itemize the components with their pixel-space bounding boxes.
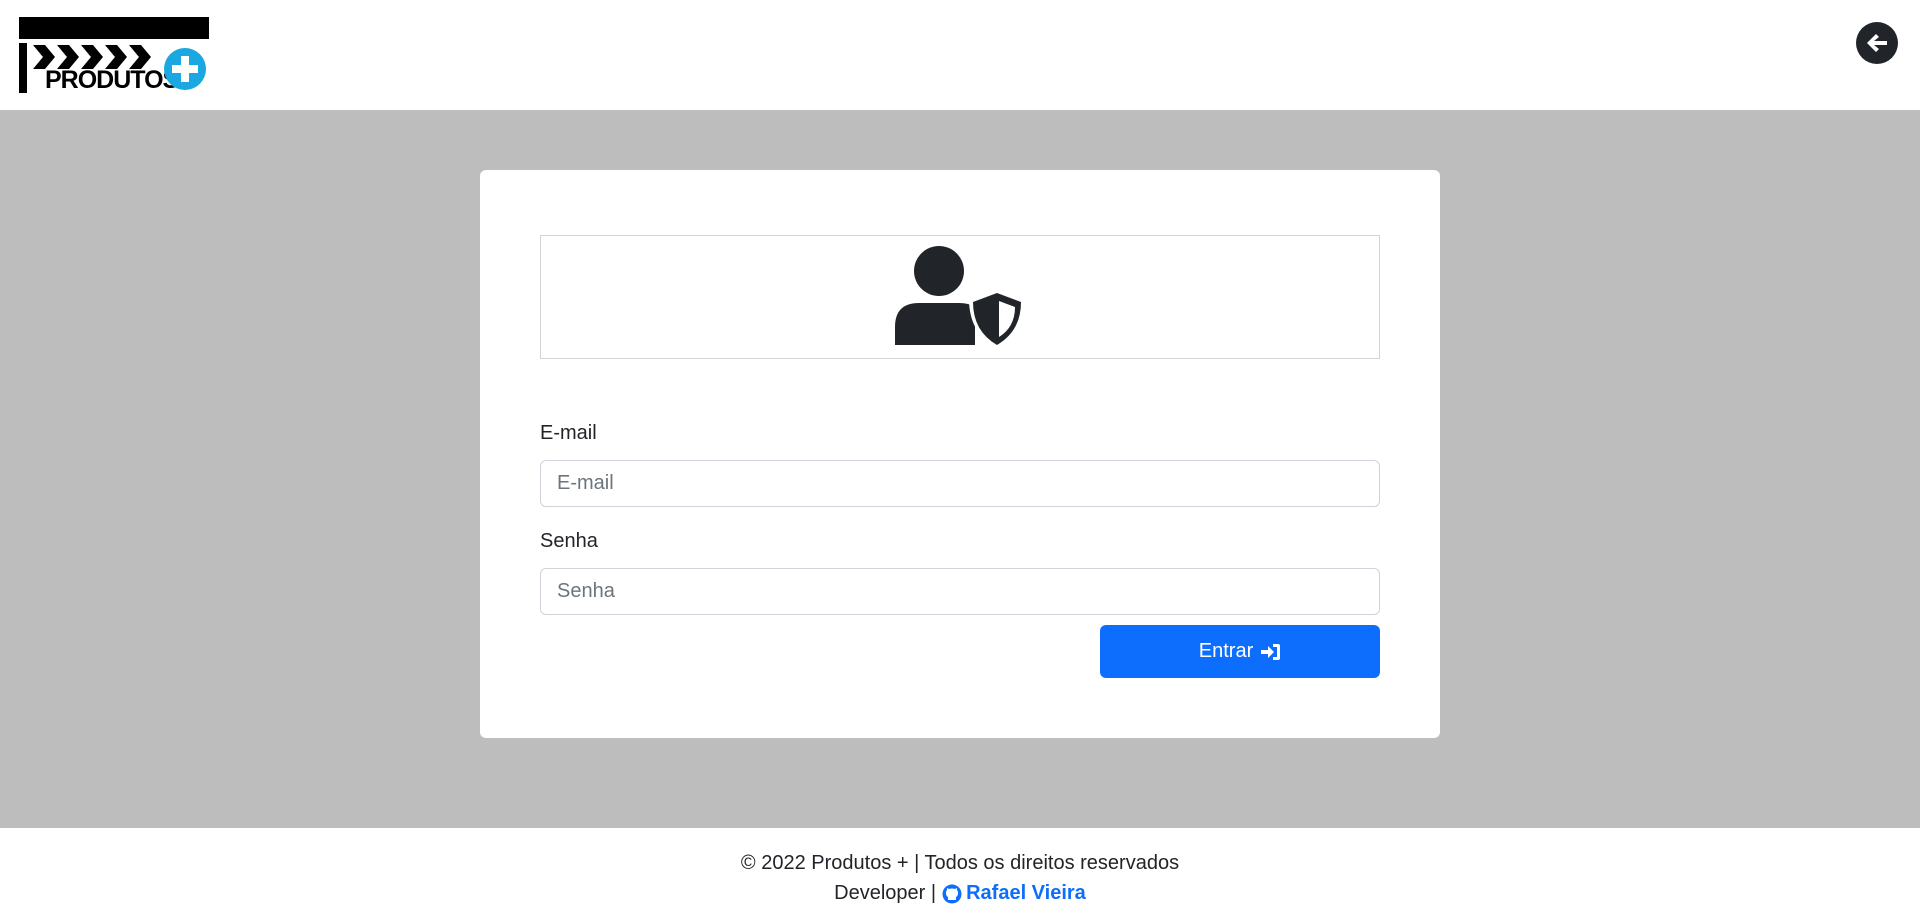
github-icon [942,884,962,903]
password-label: Senha [540,530,598,552]
login-button[interactable]: Entrar [1100,625,1380,678]
footer: © 2022 Produtos + | Todos os direitos re… [0,828,1920,922]
arrow-left-icon [1867,34,1887,52]
logo-text: PRODUTOS [45,66,179,94]
back-button[interactable] [1856,22,1898,64]
developer-prefix: Developer | [834,882,937,904]
brand-logo[interactable]: PRODUTOS [19,17,209,94]
user-shield-icon [895,246,1025,349]
password-field[interactable] [540,568,1380,615]
login-button-label: Entrar [1198,640,1254,662]
developer-credit: Developer | Rafael Vieira [0,882,1920,905]
developer-name: Rafael Vieira [966,882,1086,904]
sign-in-icon [1261,643,1281,660]
navbar: PRODUTOS [0,0,1920,110]
main-content: E-mail Senha Entrar [0,110,1920,828]
developer-link[interactable]: Rafael Vieira [942,882,1086,905]
login-card: E-mail Senha Entrar [480,170,1440,738]
email-label: E-mail [540,422,597,444]
copyright-text: © 2022 Produtos + | Todos os direitos re… [740,852,1180,874]
login-icon-frame [540,235,1380,359]
email-field[interactable] [540,460,1380,507]
plus-circle-icon [164,48,206,90]
